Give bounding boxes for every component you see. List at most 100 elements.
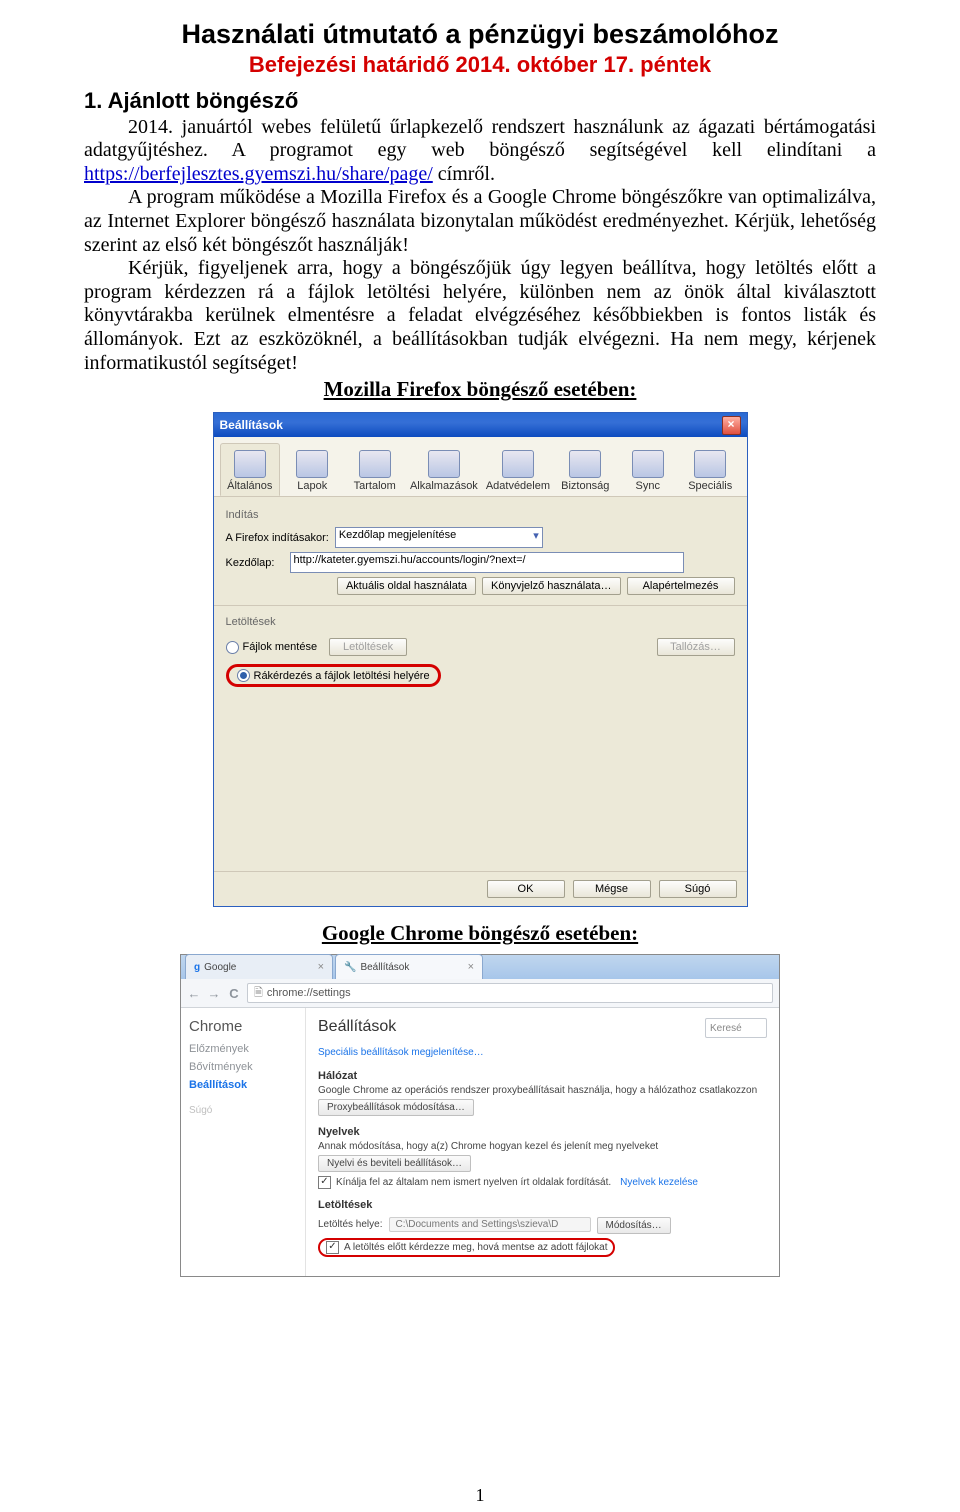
forward-icon[interactable]: → bbox=[207, 986, 221, 1000]
help-button[interactable]: Súgó bbox=[659, 880, 737, 898]
btn-alapertelmezes[interactable]: Alapértelmezés bbox=[627, 577, 735, 595]
select-inditaskor[interactable]: Kezdőlap megjelenítése bbox=[335, 527, 543, 548]
page-number: 1 bbox=[0, 1485, 960, 1506]
close-icon[interactable]: × bbox=[722, 416, 741, 435]
chrome-tabstrip: g Google × 🔧 Beállítások × bbox=[181, 955, 779, 979]
tab-altalanos[interactable]: Általános bbox=[220, 443, 280, 496]
check-kerdezze-letoltes[interactable]: ✓ A letöltés előtt kérdezze meg, hová me… bbox=[318, 1238, 615, 1257]
link-specialis-beallitasok[interactable]: Speciális beállítások megjelenítése… bbox=[318, 1047, 484, 1058]
wrench-icon: 🔧 bbox=[344, 962, 356, 973]
page-title: Használati útmutató a pénzügyi beszámoló… bbox=[84, 20, 876, 50]
main-title: Beállítások bbox=[318, 1018, 767, 1036]
chrome-sidebar: Chrome Előzmények Bővítmények Beállításo… bbox=[181, 1008, 306, 1276]
omnibox-url: chrome://settings bbox=[267, 987, 351, 999]
section-text: Google Chrome az operációs rendszer prox… bbox=[318, 1085, 767, 1096]
section-letoltesek: Letöltések Letöltés helye: C:\Documents … bbox=[318, 1199, 767, 1257]
radio-rakerdezes[interactable]: Rákérdezés a fájlok letöltési helyére bbox=[226, 664, 441, 687]
section-heading-1: 1. Ajánlott böngésző bbox=[84, 88, 876, 114]
btn-aktualis-oldal[interactable]: Aktuális oldal használata bbox=[337, 577, 476, 595]
tab-label: Sync bbox=[636, 480, 660, 492]
tab-label: Tartalom bbox=[354, 480, 396, 492]
section-nyelvek: Nyelvek Annak módosítása, hogy a(z) Chro… bbox=[318, 1126, 767, 1189]
sidebar-item-elozmenyek[interactable]: Előzmények bbox=[189, 1043, 297, 1055]
settings-search[interactable]: Keresé bbox=[705, 1018, 767, 1038]
group-inditas: Indítás bbox=[226, 509, 735, 521]
tab-adatvedelem[interactable]: Adatvédelem bbox=[483, 443, 553, 496]
sync-icon bbox=[632, 450, 664, 478]
back-icon[interactable]: ← bbox=[187, 986, 201, 1000]
tab-label: Biztonság bbox=[561, 480, 609, 492]
firefox-titlebar[interactable]: Beállítások × bbox=[214, 413, 747, 437]
btn-letoltesek-disabled: Letöltések bbox=[329, 638, 407, 656]
section-title: Hálózat bbox=[318, 1070, 767, 1082]
app-url-link[interactable]: https://berfejlesztes.gyemszi.hu/share/p… bbox=[84, 163, 433, 185]
radio-icon bbox=[226, 641, 239, 654]
label-inditaskor: A Firefox indításakor: bbox=[226, 532, 329, 544]
privacy-icon bbox=[502, 450, 534, 478]
btn-konyvjelzo[interactable]: Könyvjelző használata… bbox=[482, 577, 620, 595]
btn-proxy[interactable]: Proxybeállítások módosítása… bbox=[318, 1099, 474, 1116]
tab-biztonsag[interactable]: Biztonság bbox=[555, 443, 615, 496]
check-label: Kínálja fel az általam nem ismert nyelve… bbox=[336, 1177, 611, 1188]
chrome-settings-window: g Google × 🔧 Beállítások × ← → C 🗎 chrom… bbox=[180, 954, 780, 1277]
omnibox[interactable]: 🗎 chrome://settings bbox=[247, 983, 773, 1003]
tab-specialis[interactable]: Speciális bbox=[680, 443, 740, 496]
google-icon: g bbox=[194, 962, 200, 973]
firefox-footer: OK Mégse Súgó bbox=[214, 871, 747, 906]
general-icon bbox=[234, 450, 266, 478]
firefox-tabs: Általános Lapok Tartalom Alkalmazások Ad… bbox=[214, 437, 747, 497]
tab-sync[interactable]: Sync bbox=[618, 443, 678, 496]
tab-alkalmazasok[interactable]: Alkalmazások bbox=[407, 443, 481, 496]
page-subtitle: Befejezési határidő 2014. október 17. pé… bbox=[84, 52, 876, 78]
btn-tallozas: Tallózás… bbox=[657, 638, 735, 656]
tab-label: Beállítások bbox=[360, 962, 409, 973]
para1a: 2014. januártól webes felületű űrlapkeze… bbox=[84, 116, 876, 162]
cancel-button[interactable]: Mégse bbox=[573, 880, 651, 898]
tab-label: Lapok bbox=[297, 480, 327, 492]
para1b: címről. bbox=[433, 163, 495, 185]
tab-lapok[interactable]: Lapok bbox=[282, 443, 342, 496]
tab-label: Speciális bbox=[688, 480, 732, 492]
group-letoltesek: Letöltések bbox=[226, 616, 735, 628]
firefox-heading: Mozilla Firefox böngésző esetében: bbox=[84, 377, 876, 402]
tab-label: Alkalmazások bbox=[410, 480, 478, 492]
section-halozat: Hálózat Google Chrome az operációs rends… bbox=[318, 1070, 767, 1116]
sidebar-item-bovitmenyek[interactable]: Bővítmények bbox=[189, 1061, 297, 1073]
section-text: Annak módosítása, hogy a(z) Chrome hogya… bbox=[318, 1141, 767, 1152]
close-icon[interactable]: × bbox=[318, 961, 324, 973]
check-label: A letöltés előtt kérdezze meg, hová ment… bbox=[344, 1242, 607, 1253]
input-letoltes-helye[interactable]: C:\Documents and Settings\szieva\D bbox=[389, 1217, 591, 1232]
radio-label: Fájlok mentése bbox=[243, 641, 318, 653]
label-kezdolap: Kezdőlap: bbox=[226, 557, 284, 569]
link-nyelvek-kezelese[interactable]: Nyelvek kezelése bbox=[620, 1177, 698, 1188]
tab-tartalom[interactable]: Tartalom bbox=[344, 443, 404, 496]
checkbox-icon: ✓ bbox=[326, 1241, 339, 1254]
tab-label: Általános bbox=[227, 480, 272, 492]
chrome-main: Keresé Beállítások Speciális beállítások… bbox=[306, 1008, 779, 1276]
body-paragraphs: 2014. januártól webes felületű űrlapkeze… bbox=[84, 116, 876, 376]
sidebar-item-beallitasok[interactable]: Beállítások bbox=[189, 1079, 297, 1091]
checkbox-icon: ✓ bbox=[318, 1176, 331, 1189]
chrome-tab-google[interactable]: g Google × bbox=[185, 954, 333, 979]
sidebar-item-sugo[interactable]: Súgó bbox=[189, 1105, 297, 1116]
label-letoltes-helye: Letöltés helye: bbox=[318, 1219, 383, 1230]
firefox-panel: Indítás A Firefox indításakor: Kezdőlap … bbox=[214, 497, 747, 871]
para2: A program működése a Mozilla Firefox és … bbox=[84, 186, 876, 255]
tab-label: Adatvédelem bbox=[486, 480, 550, 492]
check-forditas[interactable]: ✓ Kínálja fel az általam nem ismert nyel… bbox=[318, 1176, 767, 1189]
section-title: Nyelvek bbox=[318, 1126, 767, 1138]
ok-button[interactable]: OK bbox=[487, 880, 565, 898]
chrome-tab-beallitasok[interactable]: 🔧 Beállítások × bbox=[335, 954, 483, 979]
page-icon: 🗎 bbox=[254, 984, 263, 1003]
input-kezdolap[interactable]: http://kateter.gyemszi.hu/accounts/login… bbox=[290, 552, 684, 573]
chrome-toolbar: ← → C 🗎 chrome://settings bbox=[181, 979, 779, 1008]
close-icon[interactable]: × bbox=[468, 961, 474, 973]
radio-fajlok-mentese[interactable]: Fájlok mentése Letöltések bbox=[226, 638, 408, 656]
btn-nyelvi-beallitasok[interactable]: Nyelvi és beviteli beállítások… bbox=[318, 1155, 471, 1172]
btn-modositas[interactable]: Módosítás… bbox=[597, 1217, 671, 1234]
security-icon bbox=[569, 450, 601, 478]
chrome-heading: Google Chrome böngésző esetében: bbox=[84, 921, 876, 946]
reload-icon[interactable]: C bbox=[227, 986, 241, 1000]
firefox-title: Beállítások bbox=[220, 418, 283, 432]
tab-label: Google bbox=[204, 962, 236, 973]
